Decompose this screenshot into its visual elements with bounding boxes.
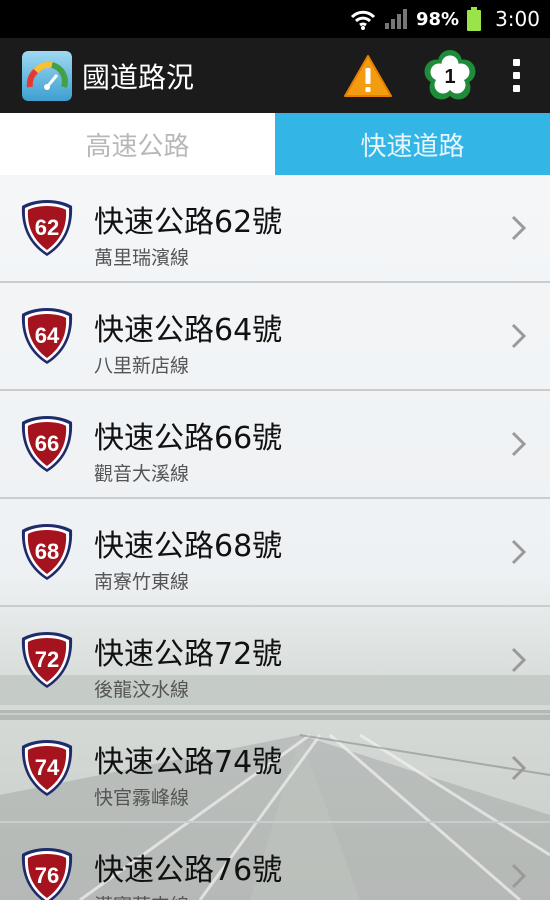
- route-subtitle: 漢寶草屯線: [94, 891, 189, 900]
- route-subtitle: 後龍汶水線: [94, 679, 190, 701]
- warning-button[interactable]: [338, 38, 398, 113]
- route-list-item[interactable]: 76 快速公路76號漢寶草屯線: [0, 823, 550, 900]
- chevron-right-icon: [511, 863, 527, 889]
- shield-number: 64: [35, 323, 60, 348]
- chevron-right-icon: [511, 647, 527, 673]
- route-subtitle: 南寮竹東線: [94, 571, 190, 593]
- route-list-item[interactable]: 72 快速公路72號後龍汶水線: [0, 607, 550, 715]
- route-title: 快速公路66號: [94, 421, 283, 456]
- shield-number: 66: [35, 431, 59, 456]
- tab-freeway[interactable]: 高速公路: [0, 113, 275, 175]
- expressway-shield-icon: 64: [21, 308, 73, 364]
- route-title: 快速公路76號: [94, 853, 283, 888]
- chevron-right-icon: [511, 431, 527, 457]
- overflow-menu-icon[interactable]: [496, 38, 536, 113]
- shield-number: 68: [35, 539, 59, 564]
- action-bar: 國道路況 1: [0, 38, 550, 113]
- route-title: 快速公路62號: [94, 205, 283, 240]
- clock: 3:00: [495, 7, 540, 31]
- route-list-item[interactable]: 64 快速公路64號八里新店線: [0, 283, 550, 391]
- expressway-shield-icon: 66: [21, 416, 73, 472]
- route-title: 快速公路72號: [94, 637, 283, 672]
- chevron-right-icon: [511, 215, 527, 241]
- expressway-shield-icon: 72: [21, 632, 73, 688]
- chevron-right-icon: [511, 755, 527, 781]
- expressway-shield-icon: 62: [21, 200, 73, 256]
- signal-icon: [384, 9, 407, 29]
- status-bar: 98% 3:00: [0, 0, 550, 38]
- shield-number: 74: [35, 755, 60, 780]
- route-list-item[interactable]: 62 快速公路62號萬里瑞濱線: [0, 175, 550, 283]
- battery-percent: 98%: [415, 8, 460, 30]
- route-subtitle: 快官霧峰線: [94, 787, 190, 809]
- shield-number: 62: [35, 215, 59, 240]
- badge-number: 1: [444, 66, 455, 88]
- battery-icon: [467, 7, 482, 31]
- expressway-shield-icon: 76: [21, 848, 73, 900]
- shield-number: 76: [35, 863, 59, 888]
- chevron-right-icon: [511, 539, 527, 565]
- route-title: 快速公路68號: [94, 529, 283, 564]
- route-subtitle: 萬里瑞濱線: [94, 247, 190, 269]
- route-list-item[interactable]: 74 快速公路74號快官霧峰線: [0, 715, 550, 823]
- speedometer-app-icon[interactable]: [22, 50, 72, 101]
- route-list-item[interactable]: 66 快速公路66號觀音大溪線: [0, 391, 550, 499]
- route-title: 快速公路74號: [94, 745, 283, 780]
- shield-number: 72: [35, 647, 59, 672]
- app-title: 國道路況: [82, 60, 195, 94]
- tab-expressway[interactable]: 快速道路: [275, 113, 550, 175]
- flower-badge-icon: 1: [424, 49, 476, 99]
- route-title: 快速公路64號: [94, 313, 283, 348]
- wifi-icon: [350, 10, 376, 30]
- route-subtitle: 觀音大溪線: [94, 463, 190, 485]
- tab-bar: 高速公路 快速道路: [0, 113, 550, 175]
- expressway-shield-icon: 68: [21, 524, 73, 580]
- national-highway-button[interactable]: 1: [420, 38, 480, 113]
- expressway-shield-icon: 74: [21, 740, 73, 796]
- route-list-item[interactable]: 68 快速公路68號南寮竹東線: [0, 499, 550, 607]
- chevron-right-icon: [511, 323, 527, 349]
- warning-icon: [344, 54, 392, 97]
- route-list[interactable]: 62 快速公路62號萬里瑞濱線 64 快速公路64號八里新店線 66 快速公路66號觀音大…: [0, 175, 550, 900]
- route-subtitle: 八里新店線: [94, 355, 190, 377]
